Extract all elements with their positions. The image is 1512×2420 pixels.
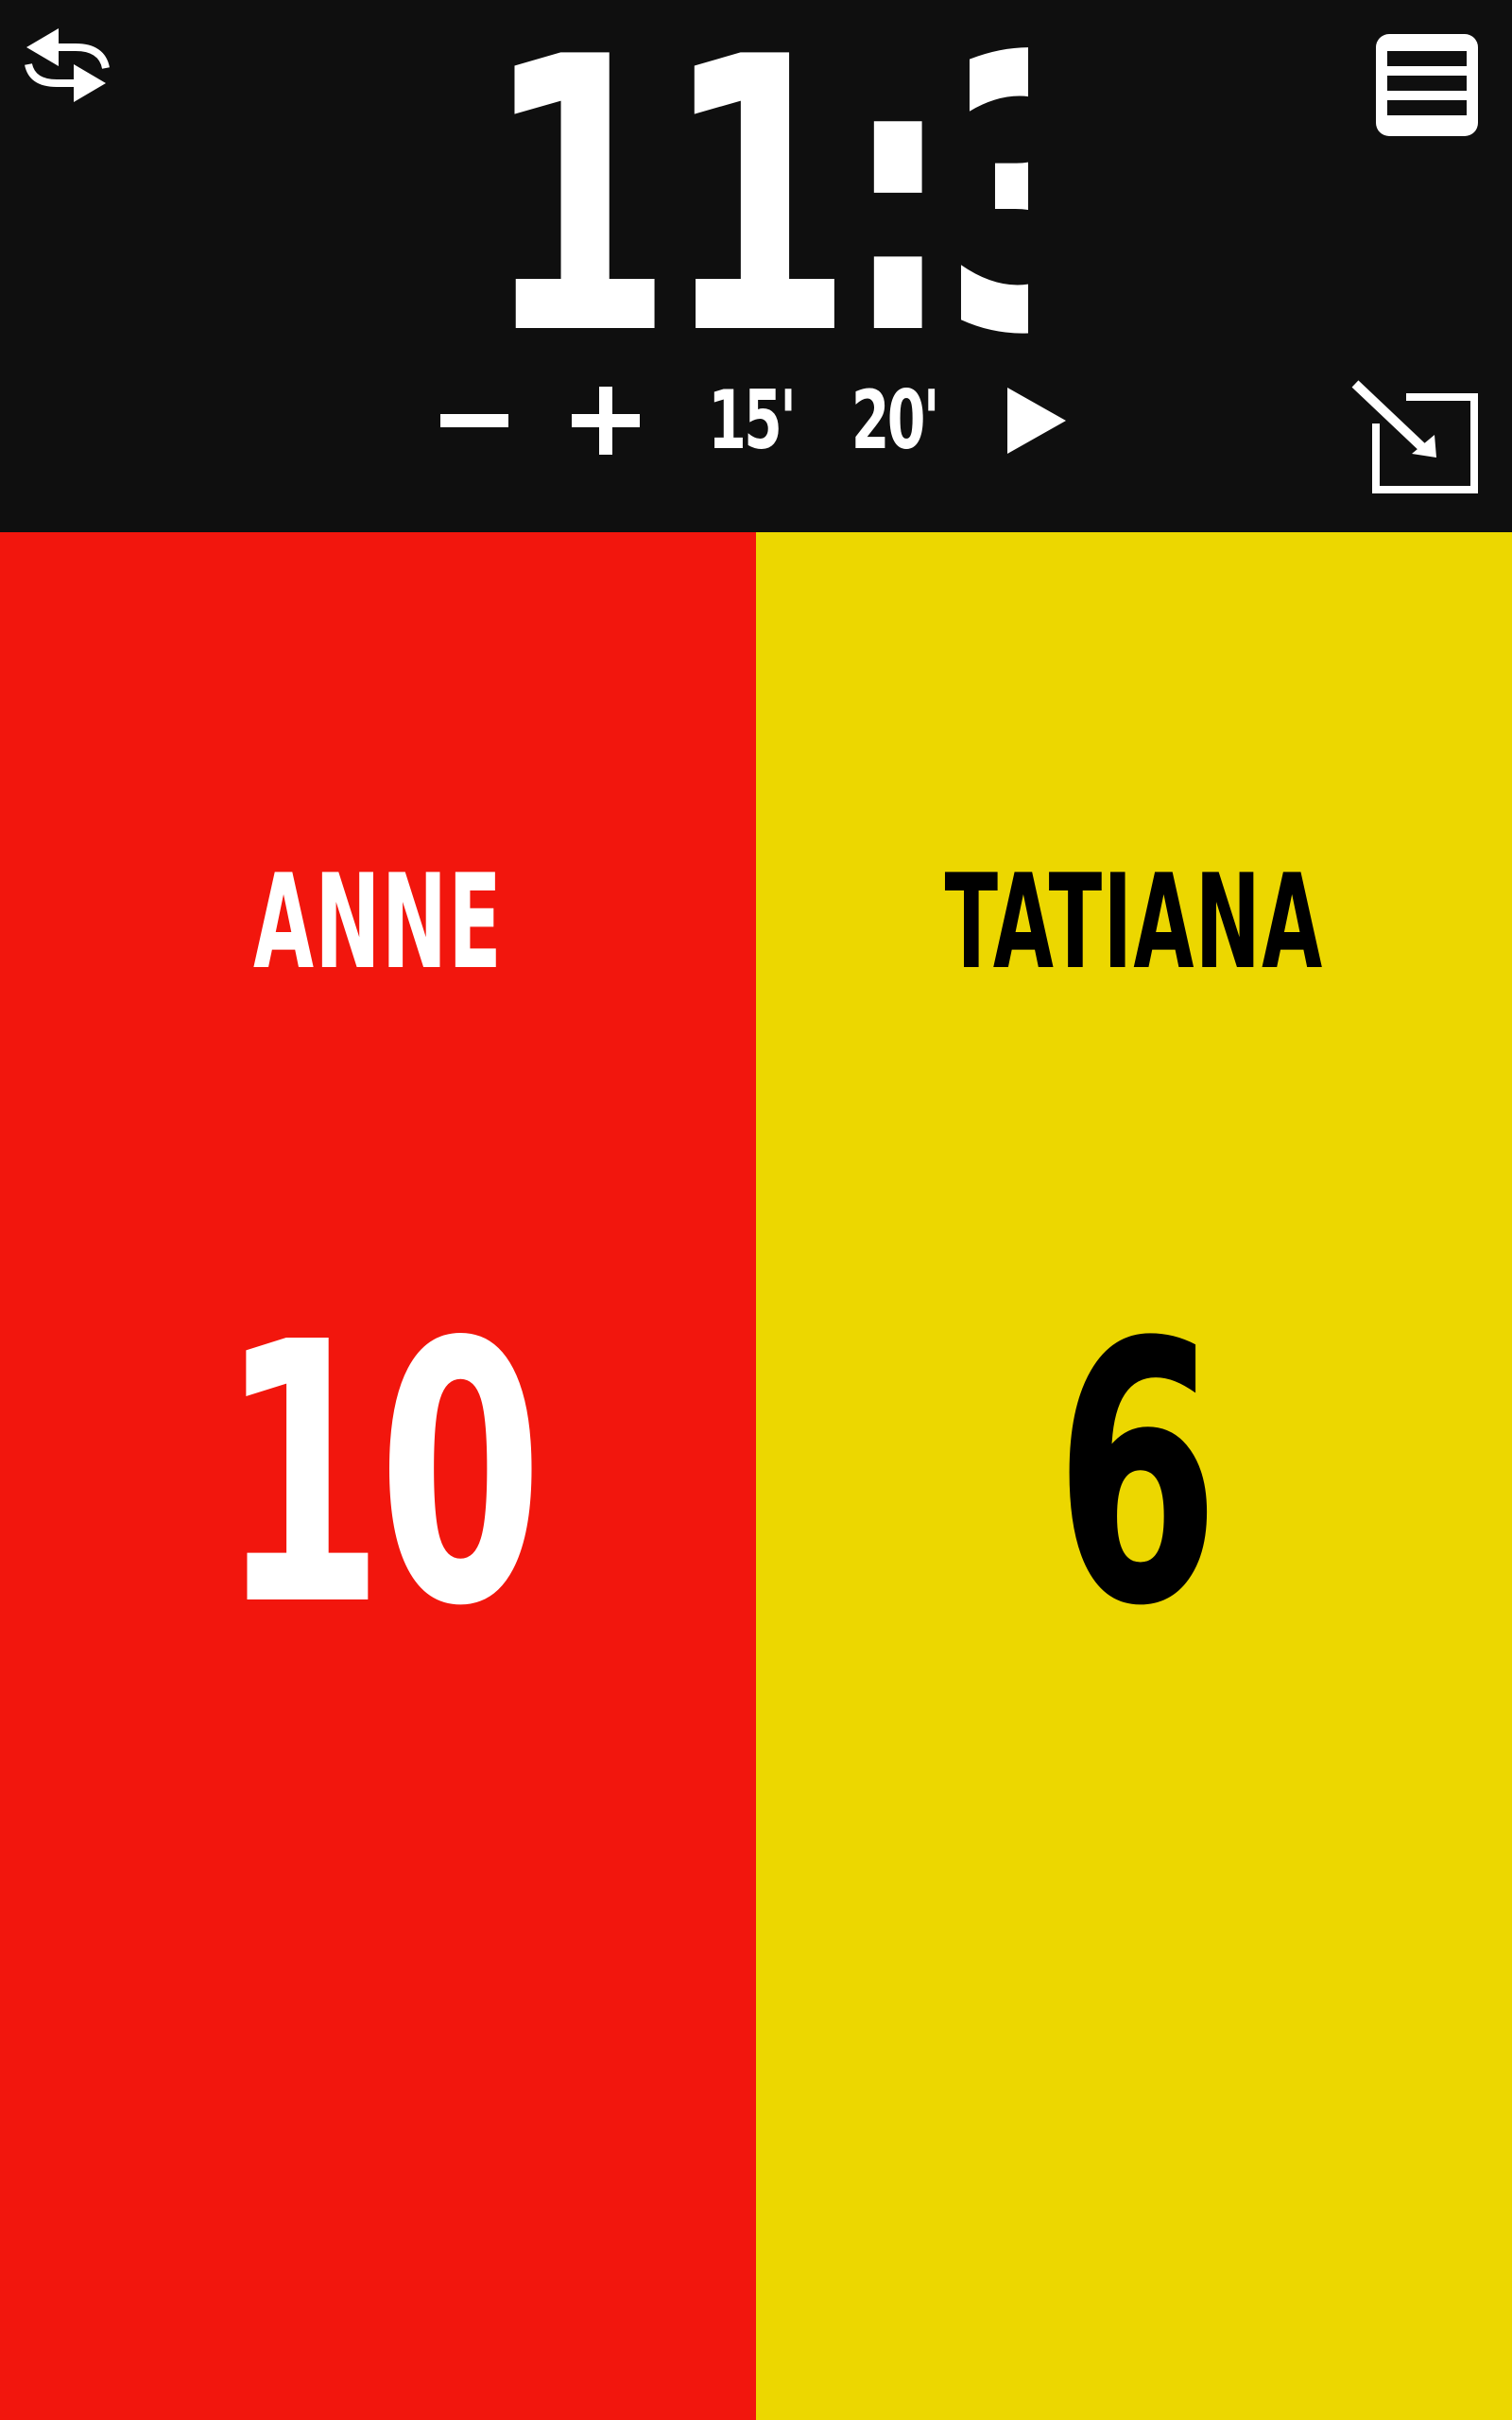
- timer-controls: 15' 20': [0, 373, 1512, 468]
- player-panel-right[interactable]: TATIANA 6: [756, 532, 1512, 2420]
- player-name-left: ANNE: [252, 846, 504, 998]
- popout-button[interactable]: [1348, 369, 1480, 501]
- plus-icon: [572, 387, 640, 455]
- menu-icon: [1376, 34, 1478, 136]
- top-bar: 11:38 15' 20': [0, 0, 1512, 532]
- decrement-time-button[interactable]: [437, 373, 512, 468]
- swap-sides-icon: [25, 28, 110, 102]
- preset-15-button[interactable]: 15': [708, 373, 797, 468]
- increment-time-button[interactable]: [567, 373, 643, 468]
- player-panel-left[interactable]: ANNE 10: [0, 532, 756, 2420]
- play-icon: [1007, 388, 1066, 454]
- game-timer[interactable]: 11:38: [484, 38, 1028, 359]
- popout-icon: [1351, 380, 1478, 493]
- minus-icon: [440, 414, 508, 427]
- swap-sides-button[interactable]: [21, 21, 112, 112]
- player-score-right: 6: [1055, 1266, 1220, 1685]
- player-name-right: TATIANA: [944, 846, 1324, 998]
- preset-20-button[interactable]: 20': [851, 373, 940, 468]
- player-score-left: 10: [219, 1266, 542, 1685]
- play-button[interactable]: [1002, 373, 1070, 468]
- menu-button[interactable]: [1370, 28, 1484, 142]
